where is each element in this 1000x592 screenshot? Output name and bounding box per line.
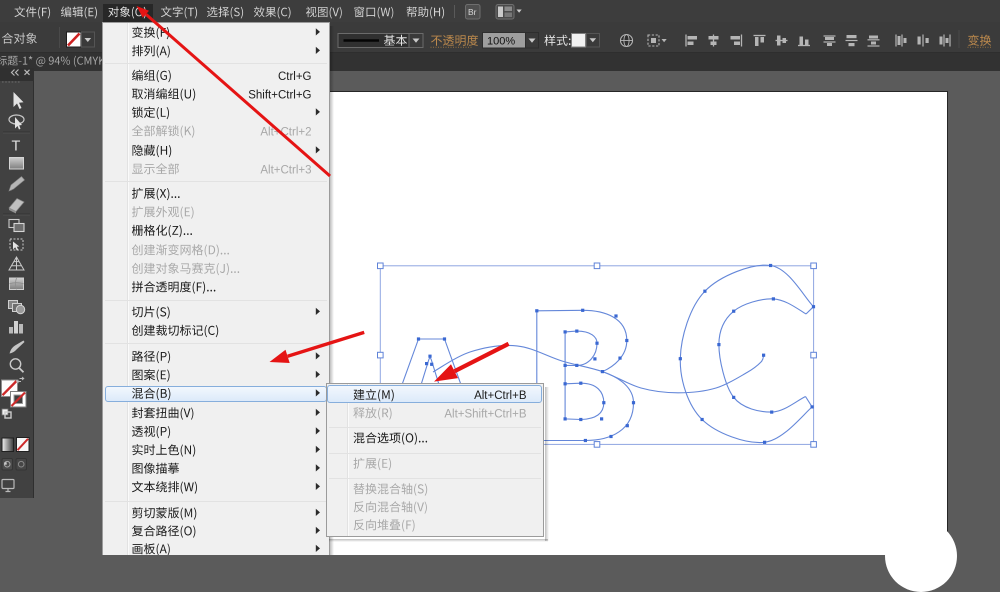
svg-text:Ctrl+G: Ctrl+G — [278, 71, 312, 83]
svg-text:100%: 100% — [487, 35, 515, 47]
svg-text:Shift+Ctrl+G: Shift+Ctrl+G — [248, 89, 311, 101]
svg-text:T: T — [12, 139, 21, 155]
svg-text:Br: Br — [468, 7, 477, 17]
svg-text:Alt+Ctrl+B: Alt+Ctrl+B — [474, 390, 527, 402]
svg-text:Alt+Shift+Ctrl+B: Alt+Shift+Ctrl+B — [444, 408, 526, 420]
svg-text:Alt+Ctrl+3: Alt+Ctrl+3 — [260, 164, 311, 176]
